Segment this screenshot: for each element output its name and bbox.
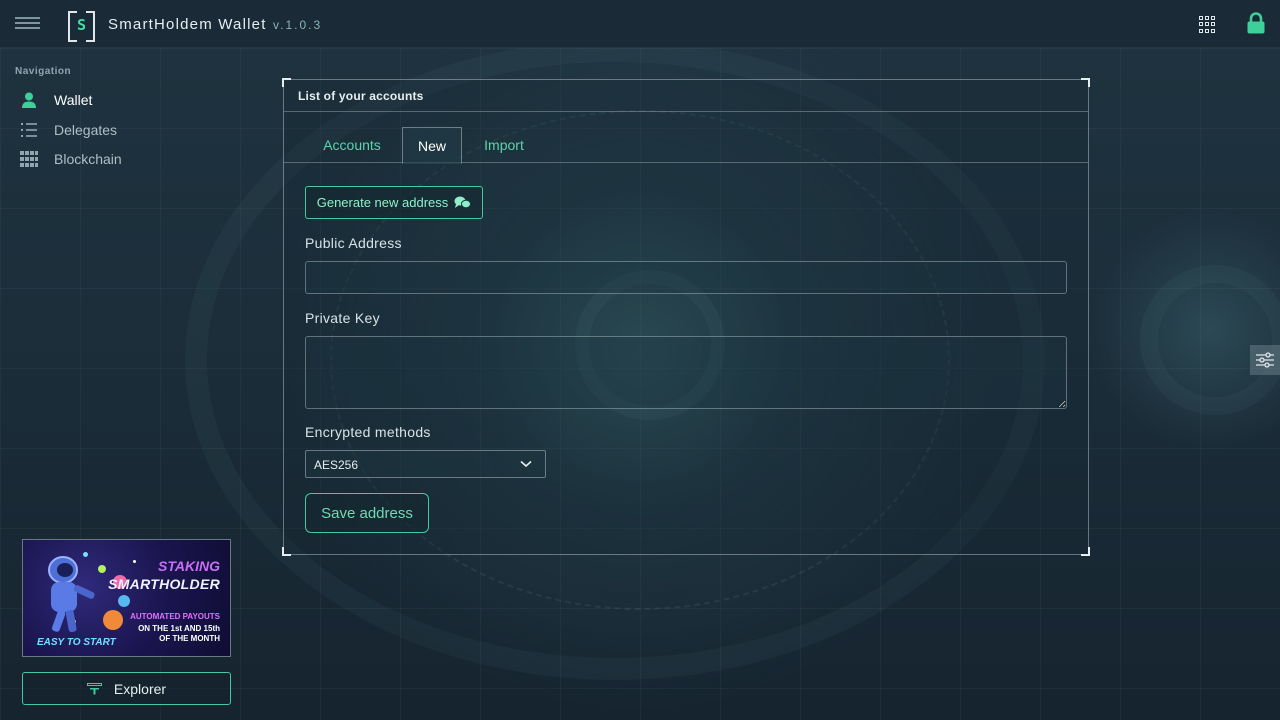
tab-new[interactable]: New [402,127,462,164]
app-title: SmartHoldem Wallet [108,16,267,33]
encryption-method-select[interactable]: AES256 [305,450,546,478]
panel-corner [1081,78,1090,87]
panel-corner [1081,547,1090,556]
background-ring [1140,265,1280,415]
generate-address-button[interactable]: Generate new address [305,186,483,219]
sidebar-item-delegates[interactable]: Delegates [0,117,230,143]
chat-bubbles-icon [454,196,472,209]
top-bar: S SmartHoldem Wallet v.1.0.3 [0,0,1280,48]
encrypted-methods-label: Encrypted methods [305,424,431,440]
accounts-panel: List of your accounts Accounts New Impor… [282,78,1090,556]
list-icon [21,123,37,137]
public-address-input[interactable] [305,261,1067,294]
explorer-button[interactable]: Explorer [22,672,231,705]
banner-text: ON THE 1st AND 15th [138,624,220,633]
save-address-button[interactable]: Save address [305,493,429,533]
explorer-label: Explorer [113,680,167,697]
nav-heading: Navigation [15,66,72,77]
panel-title: List of your accounts [298,89,424,103]
settings-slider-icon[interactable] [1250,345,1280,375]
apps-grid-icon[interactable] [1199,16,1216,33]
sidebar-item-label: Wallet [54,92,93,108]
panel-corner [282,547,291,556]
banner-text: OF THE MONTH [159,634,220,643]
staking-banner[interactable]: STAKING SMARTHOLDER AUTOMATED PAYOUTS ON… [22,539,231,657]
astronaut-illustration [48,556,95,633]
person-icon [22,92,36,108]
select-value: AES256 [314,458,359,472]
tab-import[interactable]: Import [466,127,542,163]
private-key-label: Private Key [305,310,380,326]
public-address-label: Public Address [305,235,402,251]
tab-accounts[interactable]: Accounts [306,127,398,163]
sidebar-item-label: Blockchain [54,151,122,167]
app-version: v.1.0.3 [273,18,323,32]
panel-corner [282,78,291,87]
banner-text: AUTOMATED PAYOUTS [130,612,220,621]
hamburger-icon[interactable] [15,17,40,31]
banner-text: SMARTHOLDER [108,576,220,592]
banner-text: EASY TO START [37,637,116,648]
app-logo: S [68,11,95,42]
sidebar-item-wallet[interactable]: Wallet [0,87,230,113]
sliders-icon [1256,352,1274,368]
lock-icon[interactable] [1246,12,1266,34]
tab-bar: Accounts New Import [284,127,1088,164]
private-key-input[interactable] [305,336,1067,409]
chevron-down-icon [520,460,532,468]
sidebar-item-blockchain[interactable]: Blockchain [0,146,230,172]
divider [284,111,1088,112]
grid-icon [20,151,38,167]
generate-label: Generate new address [316,195,449,210]
explorer-icon [86,682,102,694]
banner-text: STAKING [158,558,220,574]
sidebar-item-label: Delegates [54,122,118,138]
